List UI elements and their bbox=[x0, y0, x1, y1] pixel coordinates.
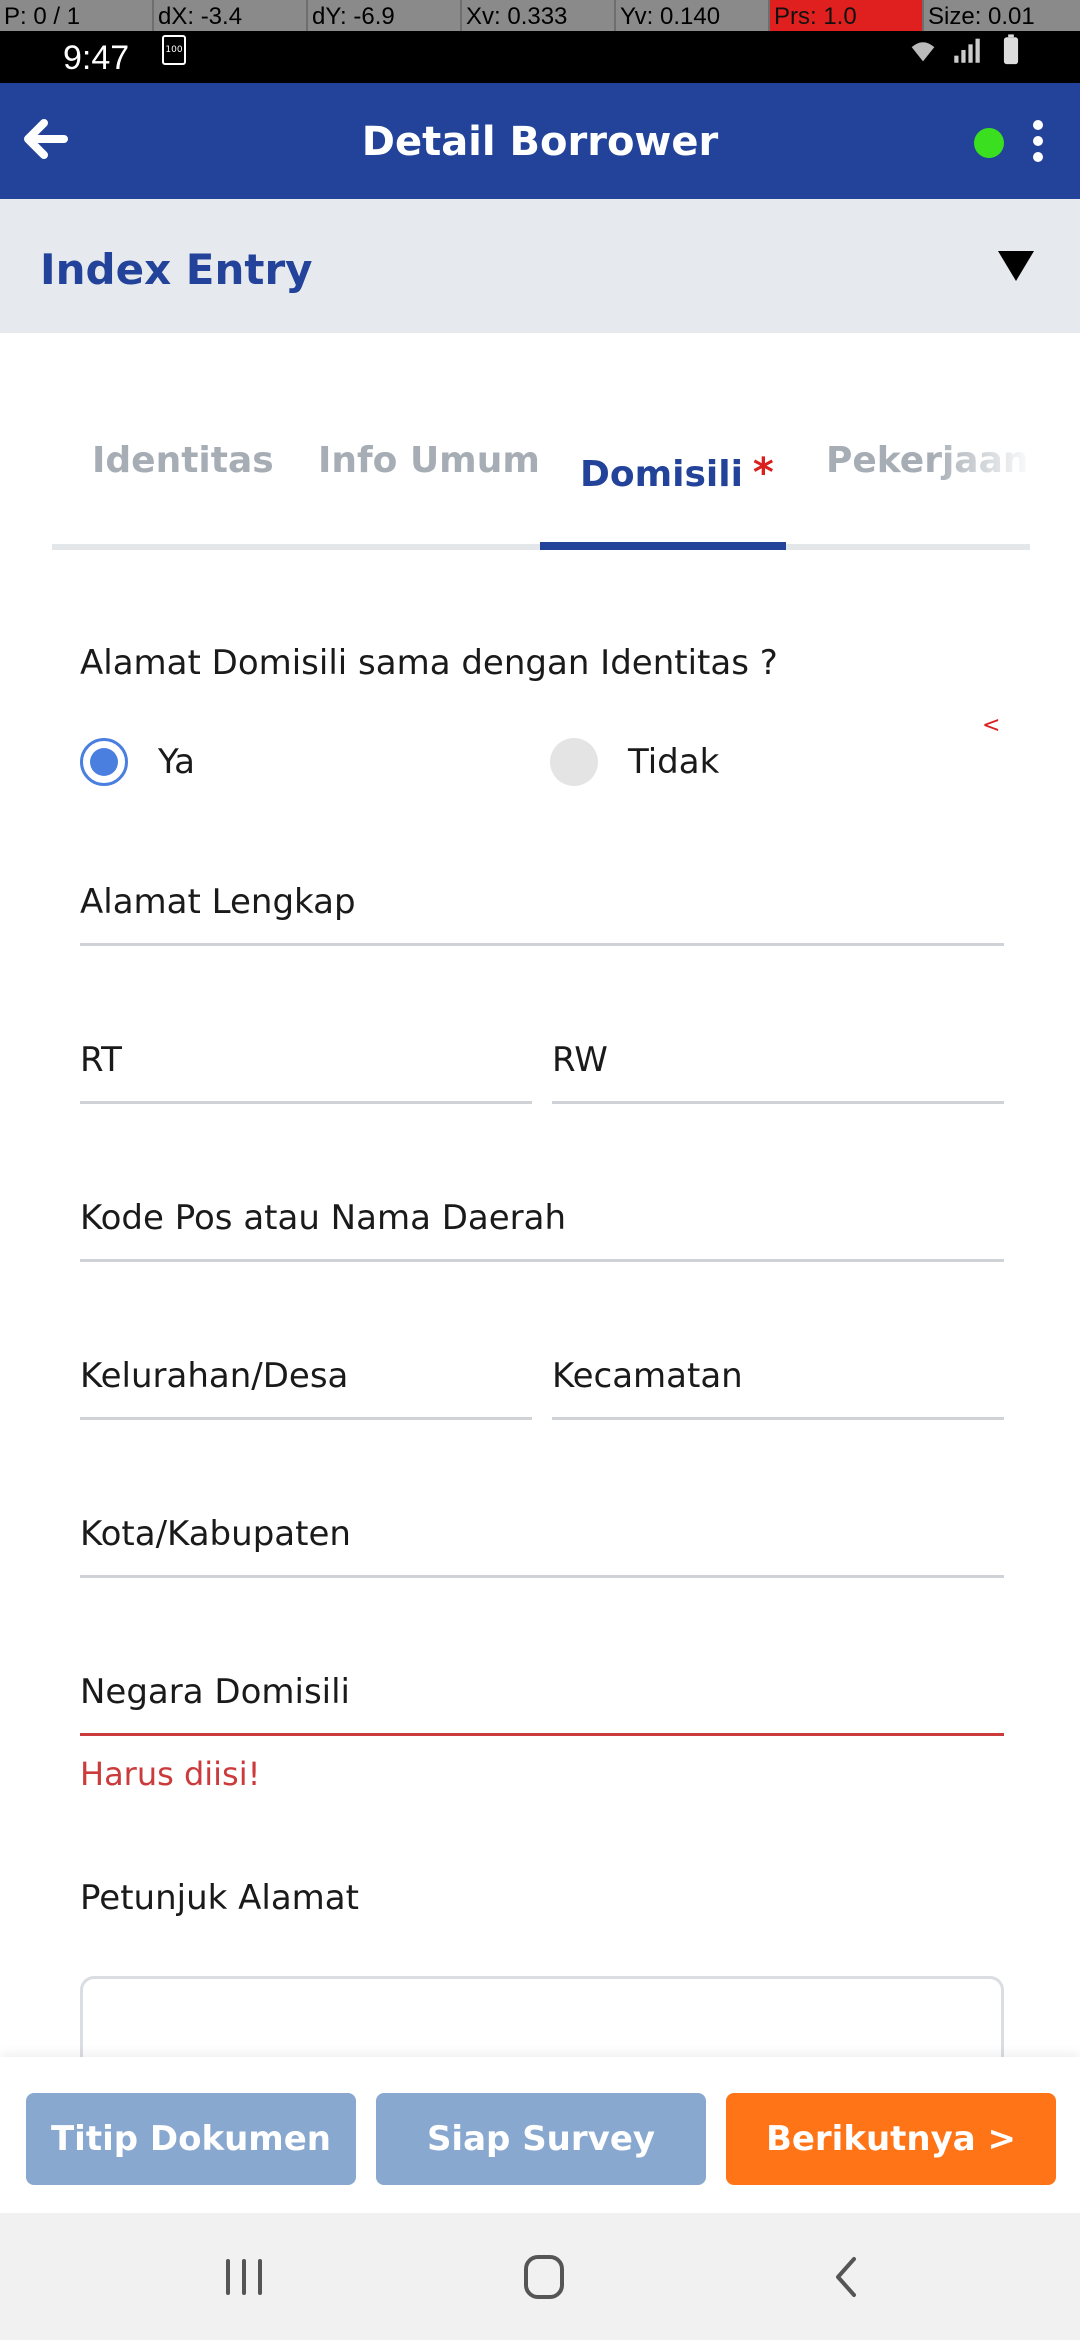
kode-pos-label: Kode Pos atau Nama Daerah bbox=[80, 1198, 567, 1238]
side-marker: < bbox=[982, 713, 1001, 738]
status-time: 9:47 bbox=[63, 39, 130, 77]
recent-apps-icon[interactable] bbox=[214, 2249, 274, 2305]
app-header: Detail Borrower bbox=[0, 83, 1080, 199]
tab-domisili[interactable]: Domisili * bbox=[580, 450, 774, 496]
rw-field[interactable]: RW bbox=[552, 1040, 1004, 1104]
kelurahan-field[interactable]: Kelurahan/Desa bbox=[80, 1356, 532, 1420]
active-tab-indicator bbox=[540, 542, 786, 550]
tab-domisili-label: Domisili bbox=[580, 454, 743, 495]
same-address-radio-group: Ya Tidak bbox=[80, 738, 1000, 792]
more-vertical-icon[interactable] bbox=[1020, 115, 1056, 171]
kota-label: Kota/Kabupaten bbox=[80, 1514, 351, 1554]
tab-identitas[interactable]: Identitas bbox=[92, 440, 274, 481]
siap-survey-button[interactable]: Siap Survey bbox=[376, 2093, 706, 2185]
negara-field[interactable]: Negara Domisili bbox=[80, 1672, 1004, 1736]
status-icons bbox=[906, 33, 1028, 67]
wifi-icon bbox=[911, 42, 935, 62]
rt-field[interactable]: RT bbox=[80, 1040, 532, 1104]
radio-checked-icon[interactable] bbox=[80, 738, 128, 786]
kelurahan-label: Kelurahan/Desa bbox=[80, 1356, 349, 1396]
rt-label: RT bbox=[80, 1040, 122, 1080]
debug-pointer: P: 0 / 1 bbox=[4, 3, 81, 30]
form-tabs: Identitas Info Umum Domisili * Pekerjaan bbox=[52, 420, 1052, 550]
bottom-action-bar: Titip Dokumen Siap Survey Berikutnya > bbox=[0, 2057, 1080, 2213]
negara-label: Negara Domisili bbox=[80, 1672, 350, 1712]
debug-dy: dY: -6.9 bbox=[306, 0, 395, 31]
status-bar: 9:47 100 bbox=[0, 31, 1080, 83]
same-address-question: Alamat Domisili sama dengan Identitas ? bbox=[80, 643, 778, 683]
kode-pos-field[interactable]: Kode Pos atau Nama Daerah bbox=[80, 1198, 1004, 1262]
back-nav-icon[interactable] bbox=[818, 2249, 878, 2305]
negara-error-message: Harus diisi! bbox=[80, 1755, 261, 1793]
index-entry-title: Index Entry bbox=[40, 245, 313, 294]
required-asterisk: * bbox=[752, 450, 774, 496]
debug-xv: Xv: 0.333 bbox=[460, 0, 567, 31]
kecamatan-label: Kecamatan bbox=[552, 1356, 743, 1396]
tab-fade-overlay bbox=[932, 420, 1052, 520]
radio-ya-label: Ya bbox=[158, 742, 195, 782]
system-nav-bar bbox=[0, 2213, 1080, 2340]
page-title: Detail Borrower bbox=[361, 119, 719, 165]
battery-icon bbox=[1003, 34, 1019, 65]
tab-info-umum[interactable]: Info Umum bbox=[318, 440, 540, 481]
radio-ya[interactable]: Ya bbox=[80, 738, 195, 786]
radio-unchecked-icon[interactable] bbox=[550, 738, 598, 786]
rw-label: RW bbox=[552, 1040, 608, 1080]
signal-icon bbox=[954, 38, 980, 63]
debug-prs: Prs: 1.0 bbox=[768, 0, 922, 31]
alamat-lengkap-label: Alamat Lengkap bbox=[80, 882, 356, 922]
debug-yv: Yv: 0.140 bbox=[614, 0, 720, 31]
alamat-lengkap-field[interactable]: Alamat Lengkap bbox=[80, 882, 1004, 946]
kota-field[interactable]: Kota/Kabupaten bbox=[80, 1514, 1004, 1578]
next-button[interactable]: Berikutnya > bbox=[726, 2093, 1056, 2185]
radio-tidak[interactable]: Tidak bbox=[550, 738, 719, 786]
titip-dokumen-button[interactable]: Titip Dokumen bbox=[26, 2093, 356, 2185]
home-icon[interactable] bbox=[514, 2249, 574, 2305]
petunjuk-alamat-label: Petunjuk Alamat bbox=[80, 1878, 359, 1918]
index-entry-header[interactable]: Index Entry bbox=[0, 199, 1080, 333]
kecamatan-field[interactable]: Kecamatan bbox=[552, 1356, 1004, 1420]
debug-dx: dX: -3.4 bbox=[152, 0, 242, 31]
debug-size: Size: 0.01 bbox=[922, 0, 1035, 31]
online-status-dot bbox=[974, 128, 1004, 158]
pointer-debug-overlay: P: 0 / 1 dX: -3.4 dY: -6.9 Xv: 0.333 Yv:… bbox=[0, 0, 1080, 31]
battery-badge-icon: 100 bbox=[162, 35, 186, 65]
caret-down-icon[interactable] bbox=[996, 249, 1036, 283]
radio-tidak-label: Tidak bbox=[628, 742, 720, 782]
